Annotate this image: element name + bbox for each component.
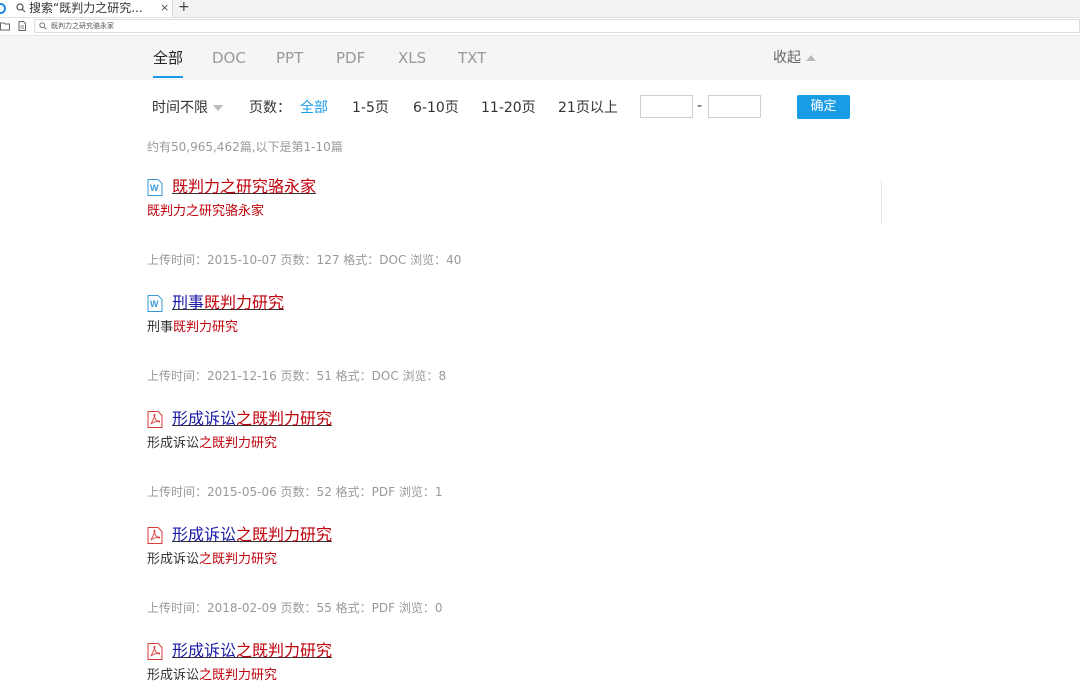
- snippet-segment: 既判力之研究骆永家: [147, 204, 265, 219]
- pdf-icon: [147, 411, 163, 428]
- search-icon: [16, 3, 26, 13]
- address-bar[interactable]: 既判力之研究骆永家: [34, 19, 1080, 33]
- tab-all[interactable]: 全部: [153, 49, 183, 67]
- result-meta: 上传时间：2015-05-06 页数：52 格式：PDF 浏览：1: [147, 485, 443, 499]
- result-meta: 上传时间：2021-12-16 页数：51 格式：DOC 浏览：8: [147, 369, 447, 383]
- browser-tab-strip: 搜索“既判力之研究... × +: [0, 0, 1080, 18]
- page-range-to-input[interactable]: [708, 95, 761, 118]
- pdf-icon: [147, 643, 163, 660]
- title-segment-highlight: 之既判力研究: [236, 409, 333, 428]
- tab-pdf[interactable]: PDF: [336, 49, 365, 67]
- range-separator: -: [697, 98, 703, 114]
- folder-icon[interactable]: [0, 21, 10, 31]
- pdf-icon: [147, 527, 163, 544]
- word-doc-icon: W: [147, 179, 163, 196]
- snippet-segment-highlight: 之既判力研究: [199, 552, 278, 567]
- result-title[interactable]: 形成诉讼之既判力研究: [172, 525, 332, 545]
- new-tab-button[interactable]: +: [178, 0, 190, 15]
- divider: [881, 180, 882, 224]
- result-snippet: 既判力之研究骆永家: [147, 203, 264, 220]
- tab-doc[interactable]: DOC: [212, 49, 246, 67]
- result-meta: 上传时间：2018-02-09 页数：55 格式：PDF 浏览：0: [147, 601, 443, 615]
- result-snippet: 形成诉讼之既判力研究: [147, 551, 277, 568]
- result-title[interactable]: 形成诉讼之既判力研究: [172, 641, 332, 661]
- snippet-segment: 刑事: [147, 320, 174, 335]
- address-search-icon: [39, 22, 47, 30]
- title-segment: 既判力之研究骆永家: [172, 177, 317, 196]
- svg-text:W: W: [150, 183, 159, 193]
- title-segment-highlight: 既判力研究: [204, 293, 285, 312]
- page-option-1-5[interactable]: 1-5页: [352, 99, 389, 117]
- snippet-segment: 形成诉讼: [147, 552, 200, 567]
- title-segment: 形成诉讼: [172, 641, 237, 660]
- snippet-segment-highlight: 既判力研究: [173, 320, 239, 335]
- browser-logo-icon: [0, 3, 6, 14]
- result-item: 形成诉讼之既判力研究 形成诉讼之既判力研究 上传时间：2015-05-06 页数…: [147, 409, 867, 519]
- result-meta: 上传时间：2015-10-07 页数：127 格式：DOC 浏览：40: [147, 253, 462, 267]
- title-segment: 形成诉讼: [172, 409, 237, 428]
- result-count: 约有50,965,462篇,以下是第1-10篇: [147, 140, 343, 154]
- browser-toolbar: 既判力之研究骆永家: [0, 18, 1080, 36]
- result-title[interactable]: 刑事既判力研究: [172, 293, 284, 313]
- title-segment: 刑事: [172, 293, 205, 312]
- page-filter-row: 时间不限 页数： 全部 1-5页 6-10页 11-20页 21页以上 - 确定: [0, 94, 1080, 124]
- caret-down-icon[interactable]: [213, 105, 223, 111]
- snippet-segment: 形成诉讼: [147, 436, 200, 451]
- confirm-button[interactable]: 确定: [797, 95, 850, 119]
- tab-ppt[interactable]: PPT: [276, 49, 303, 67]
- snippet-segment-highlight: 之既判力研究: [199, 668, 278, 683]
- word-doc-icon: W: [147, 295, 163, 312]
- collapse-button[interactable]: 收起: [773, 49, 801, 67]
- result-snippet: 刑事既判力研究: [147, 319, 238, 336]
- browser-tab[interactable]: 搜索“既判力之研究... ×: [0, 0, 173, 17]
- type-filter-bar: 全部 DOC PPT PDF XLS TXT 收起: [0, 36, 1080, 80]
- caret-up-icon[interactable]: [806, 55, 816, 61]
- tab-title: 搜索“既判力之研究...: [29, 1, 143, 15]
- result-item: 形成诉讼之既判力研究 形成诉讼之既判力研究: [147, 641, 867, 688]
- result-title[interactable]: 既判力之研究骆永家: [172, 177, 316, 197]
- result-item: W 刑事既判力研究 刑事既判力研究 上传时间：2021-12-16 页数：51 …: [147, 293, 867, 403]
- page-option-21-plus[interactable]: 21页以上: [558, 99, 618, 117]
- tab-xls[interactable]: XLS: [398, 49, 426, 67]
- svg-text:W: W: [150, 299, 159, 309]
- snippet-segment: 形成诉讼: [147, 668, 200, 683]
- title-segment-highlight: 之既判力研究: [236, 641, 333, 660]
- title-segment: 形成诉讼: [172, 525, 237, 544]
- page-range-from-input[interactable]: [640, 95, 693, 118]
- tab-txt[interactable]: TXT: [458, 49, 486, 67]
- page-option-6-10[interactable]: 6-10页: [413, 99, 459, 117]
- tab-close-icon[interactable]: ×: [160, 1, 169, 15]
- result-title[interactable]: 形成诉讼之既判力研究: [172, 409, 332, 429]
- result-snippet: 形成诉讼之既判力研究: [147, 435, 277, 452]
- page-option-all[interactable]: 全部: [300, 99, 328, 117]
- result-item: 形成诉讼之既判力研究 形成诉讼之既判力研究 上传时间：2018-02-09 页数…: [147, 525, 867, 635]
- page-option-11-20[interactable]: 11-20页: [481, 99, 536, 117]
- title-segment-highlight: 之既判力研究: [236, 525, 333, 544]
- snippet-segment-highlight: 之既判力研究: [199, 436, 278, 451]
- time-filter-dropdown[interactable]: 时间不限: [152, 99, 208, 117]
- result-snippet: 形成诉讼之既判力研究: [147, 667, 277, 684]
- result-item: W 既判力之研究骆永家 既判力之研究骆永家 上传时间：2015-10-07 页数…: [147, 177, 867, 287]
- address-text: 既判力之研究骆永家: [51, 22, 114, 30]
- pages-label: 页数：: [249, 100, 291, 116]
- page-icon[interactable]: [17, 21, 27, 31]
- active-tab-underline: [153, 76, 183, 78]
